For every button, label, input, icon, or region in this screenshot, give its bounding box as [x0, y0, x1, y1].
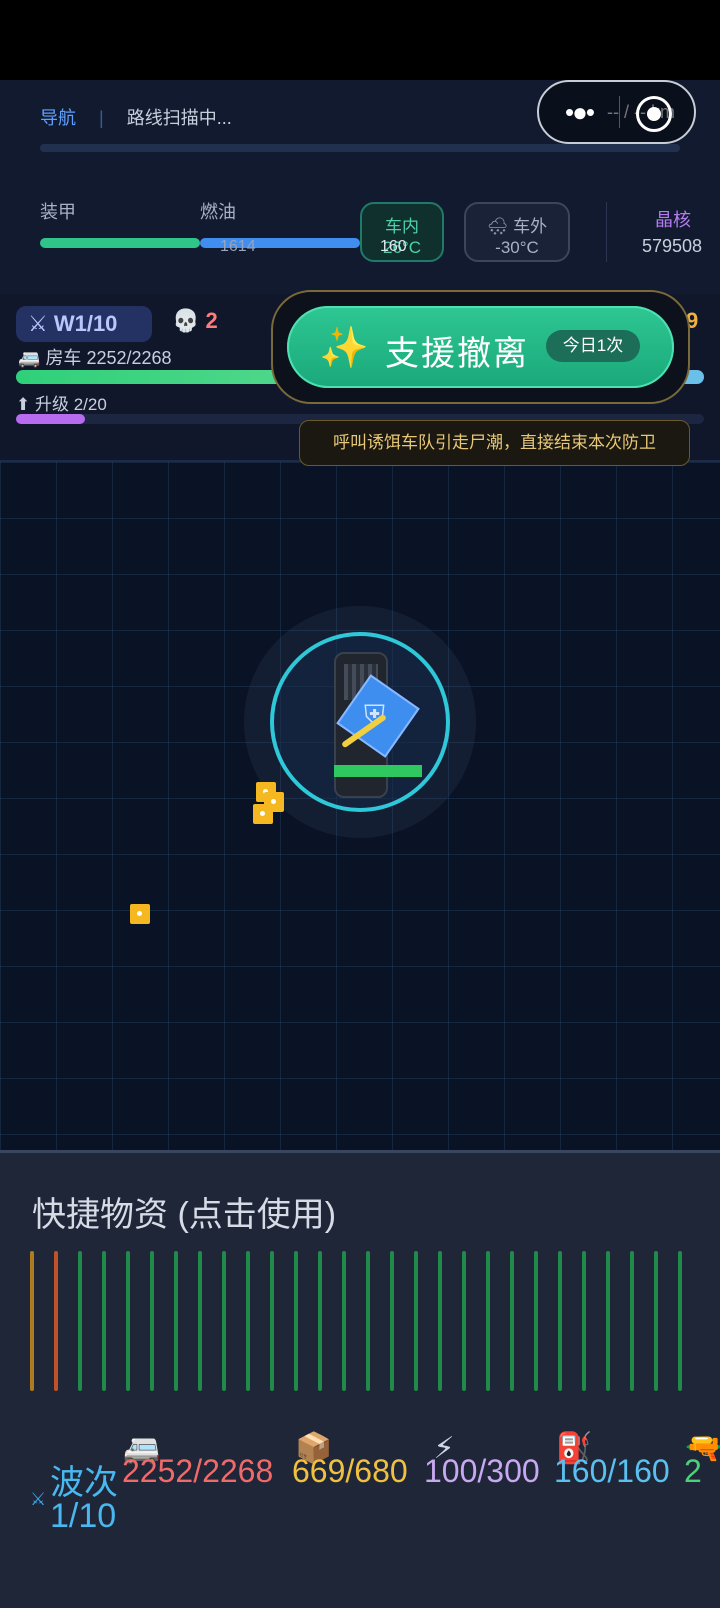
- energy-value: 100/300: [424, 1453, 540, 1489]
- quick-slot[interactable]: [222, 1251, 226, 1391]
- mini-program-capsule: •●• -- / -- km: [537, 80, 696, 144]
- support-evac-button[interactable]: ✨ 支援撤离 今日1次: [287, 306, 674, 388]
- nav-status: 路线扫描中...: [126, 108, 232, 128]
- nav-separator: |: [99, 108, 104, 128]
- divider: [606, 202, 607, 262]
- quick-slot[interactable]: [606, 1251, 610, 1391]
- supply-pickup[interactable]: [253, 804, 273, 824]
- fuel-value: 160/160: [554, 1453, 670, 1489]
- rv-hp-value: 2252/2268: [122, 1453, 274, 1489]
- evac-label: 支援撤离: [385, 335, 529, 373]
- supply-pickup[interactable]: [130, 904, 150, 924]
- quick-slot[interactable]: [270, 1251, 274, 1391]
- armor-bar: [40, 238, 200, 248]
- gun-value: 2: [684, 1453, 702, 1489]
- quick-supply-title: 快捷物资 (点击使用): [32, 1196, 337, 1234]
- inside-overlap-value: 160: [380, 238, 407, 255]
- quick-slot[interactable]: [54, 1251, 58, 1391]
- rv-health-bar: [334, 765, 422, 777]
- quick-slot[interactable]: [318, 1251, 322, 1391]
- quick-supply-panel: 快捷物资 (点击使用) ⚔ 波次 1/10 🚐 2252/2268 📦 669/…: [0, 1150, 720, 1608]
- quick-slot[interactable]: [102, 1251, 106, 1391]
- snow-cloud-icon: 🌨: [486, 217, 509, 236]
- crystal-value: 579508: [642, 236, 703, 256]
- quick-slot[interactable]: [390, 1251, 394, 1391]
- quick-slot[interactable]: [366, 1251, 370, 1391]
- quick-slot[interactable]: [510, 1251, 514, 1391]
- kill-counter: 💀 2: [172, 308, 218, 333]
- armor-label: 装甲: [40, 202, 76, 222]
- outside-temp-value: -30°C: [495, 238, 539, 257]
- route-progress-track: [40, 144, 680, 152]
- box-value: 669/680: [292, 1453, 408, 1489]
- outside-temp-box: 🌨 车外 -30°C: [464, 202, 570, 262]
- fuel-value: 1614: [220, 238, 256, 255]
- quick-slot[interactable]: [78, 1251, 82, 1391]
- skull-icon: 💀: [172, 308, 200, 333]
- quick-slot[interactable]: [246, 1251, 250, 1391]
- quick-slot[interactable]: [198, 1251, 202, 1391]
- outside-temp-label: 🌨 车外: [486, 217, 548, 236]
- quick-slot[interactable]: [150, 1251, 154, 1391]
- quick-slot[interactable]: [438, 1251, 442, 1391]
- quick-slot[interactable]: [534, 1251, 538, 1391]
- status-bar: [0, 0, 720, 80]
- nav-label[interactable]: 导航: [40, 108, 76, 128]
- sparkles-icon: ✨: [319, 326, 369, 370]
- fuel-label: 燃油: [200, 202, 236, 222]
- evac-tooltip: 呼叫诱饵车队引走尸潮，直接结束本次防卫: [299, 420, 690, 466]
- quick-slot[interactable]: [678, 1251, 682, 1391]
- rv-hp-text: 🚐 房车 2252/2268: [18, 348, 172, 368]
- quick-slot[interactable]: [414, 1251, 418, 1391]
- wave-value: 1/10: [50, 1497, 117, 1535]
- quick-slot[interactable]: [126, 1251, 130, 1391]
- rv-icon: 🚐: [18, 348, 41, 368]
- upgrade-text: ⬆ 升级 2/20: [16, 395, 107, 414]
- upgrade-fill: [16, 414, 85, 424]
- quick-slot[interactable]: [630, 1251, 634, 1391]
- evac-daily-badge: 今日1次: [546, 330, 640, 362]
- wave-chip: ⚔ W1/10: [16, 306, 152, 342]
- swords-icon: ⚔: [30, 1489, 47, 1509]
- crystal-label: 晶核: [655, 210, 691, 230]
- quick-slot[interactable]: [30, 1251, 34, 1391]
- quick-slot[interactable]: [654, 1251, 658, 1391]
- quick-slot[interactable]: [342, 1251, 346, 1391]
- quick-slot[interactable]: [462, 1251, 466, 1391]
- target-icon[interactable]: [636, 96, 672, 132]
- inside-temp-label: 车内: [385, 217, 419, 236]
- quick-slot[interactable]: [294, 1251, 298, 1391]
- quick-slot[interactable]: [174, 1251, 178, 1391]
- quick-slot[interactable]: [486, 1251, 490, 1391]
- quick-slot[interactable]: [558, 1251, 562, 1391]
- nav-row: 导航 | 路线扫描中...: [40, 104, 232, 130]
- quick-slot[interactable]: [582, 1251, 586, 1391]
